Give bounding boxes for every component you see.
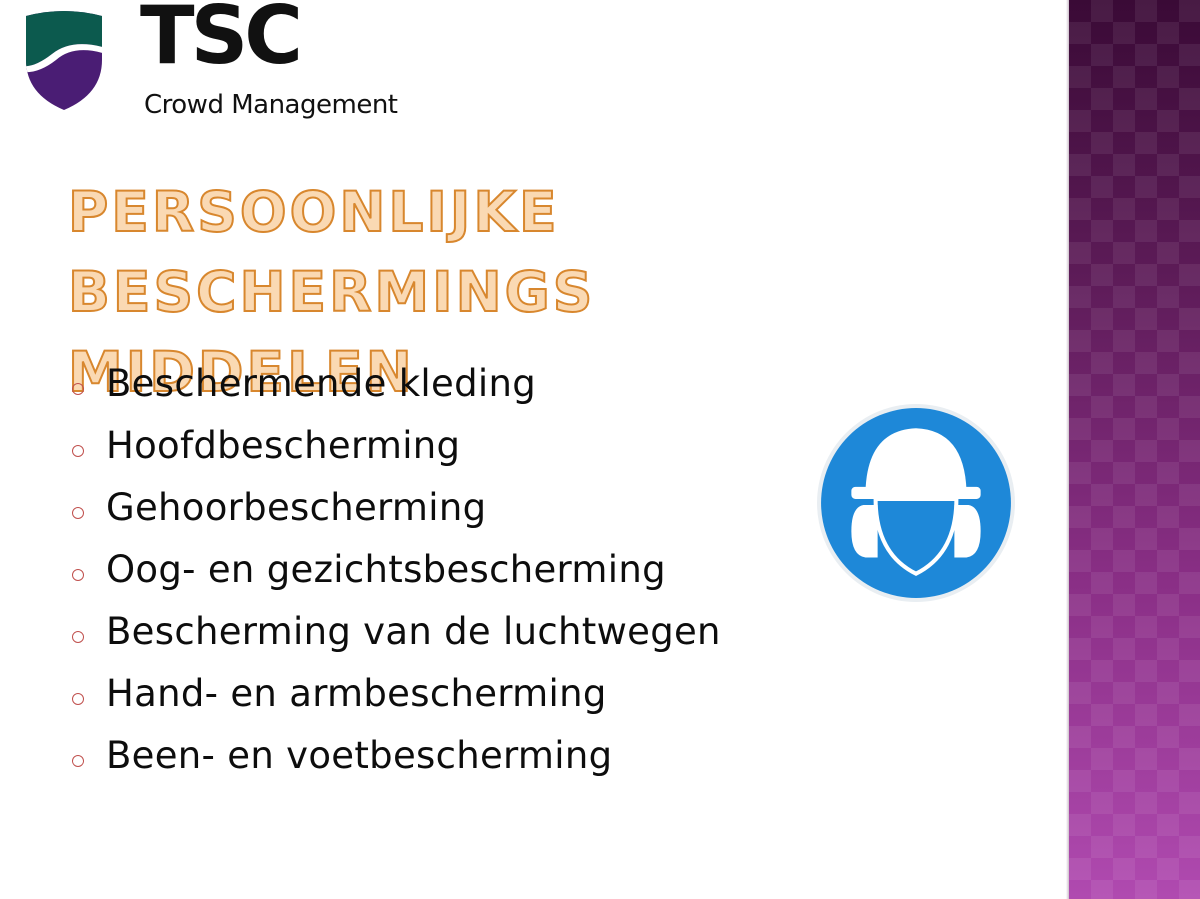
bullet-circle-icon (72, 445, 84, 457)
list-item-label: Bescherming van de luchtwegen (106, 609, 721, 653)
slide: TSC Crowd Management PERSOONLIJKE BESCHE… (0, 0, 1200, 899)
list-item-label: Gehoorbescherming (106, 485, 487, 529)
slide-title-line-1: PERSOONLIJKE BESCHERMINGS (67, 179, 596, 325)
list-item: Hoofdbescherming (72, 414, 721, 476)
logo-brand-text: TSC (140, 0, 303, 82)
bullet-circle-icon (72, 755, 84, 767)
head-and-ear-protection-icon (817, 404, 1015, 602)
tsc-logo: TSC Crowd Management (22, 0, 422, 123)
list-item: Hand- en armbescherming (72, 662, 721, 724)
list-item-label: Beschermende kleding (106, 361, 536, 405)
bullet-circle-icon (72, 693, 84, 705)
bullet-circle-icon (72, 569, 84, 581)
list-item-label: Oog- en gezichtsbescherming (106, 547, 666, 591)
list-item-label: Been- en voetbescherming (106, 733, 613, 777)
shield-logo-icon (26, 11, 102, 110)
bullet-circle-icon (72, 507, 84, 519)
bullet-circle-icon (72, 631, 84, 643)
bullet-circle-icon (72, 383, 84, 395)
list-item: Bescherming van de luchtwegen (72, 600, 721, 662)
list-item: Oog- en gezichtsbescherming (72, 538, 721, 600)
list-item-label: Hand- en armbescherming (106, 671, 607, 715)
list-item: Gehoorbescherming (72, 476, 721, 538)
logo-subtitle: Crowd Management (144, 90, 398, 120)
protection-list: Beschermende kleding Hoofdbescherming Ge… (72, 352, 721, 786)
list-item: Beschermende kleding (72, 352, 721, 414)
list-item-label: Hoofdbescherming (106, 423, 461, 467)
decorative-side-band (1069, 0, 1200, 899)
list-item: Been- en voetbescherming (72, 724, 721, 786)
